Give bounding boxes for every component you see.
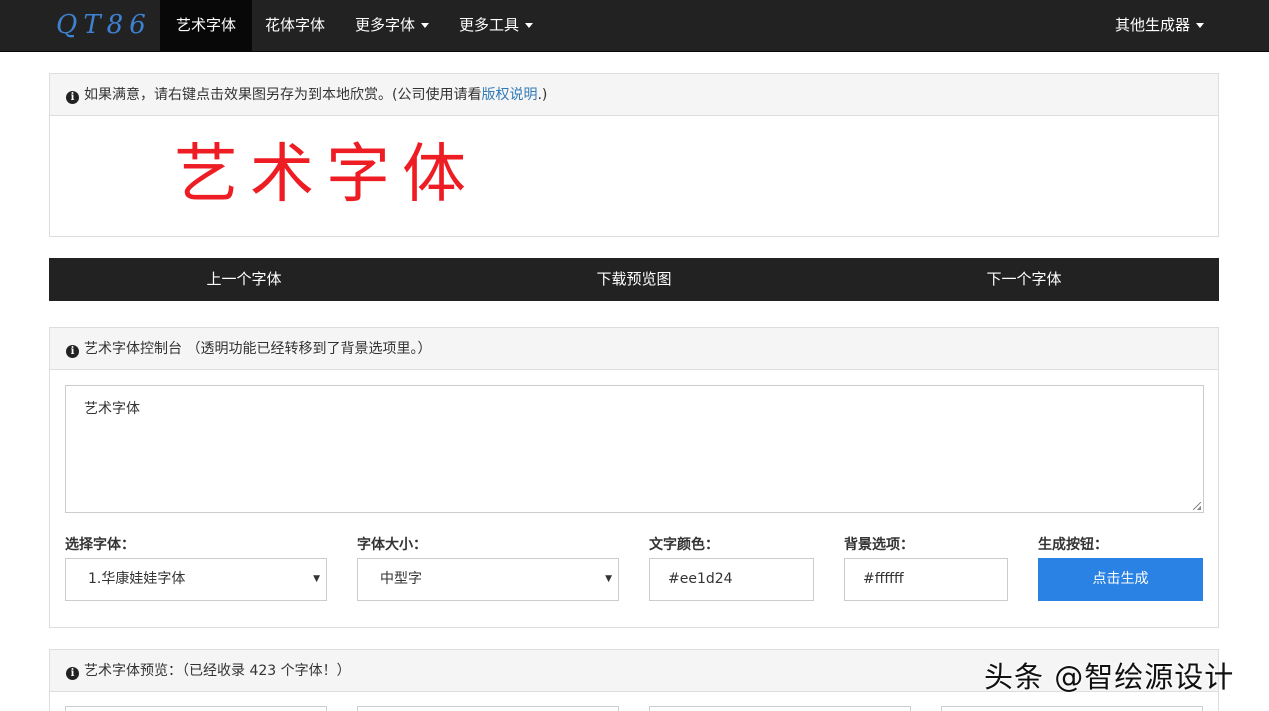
caret-down-icon (421, 23, 429, 28)
top-navbar: QT86 艺术字体 花体字体 更多字体 更多工具 其他生成器 (0, 0, 1269, 52)
info-icon: i (66, 91, 79, 104)
art-text-input-value: 艺术字体 (84, 401, 140, 417)
notice-suffix: .) (537, 87, 547, 103)
control-panel-title: 艺术字体控制台 （透明功能已经转移到了背景选项里。） (84, 341, 431, 357)
font-select-label: 选择字体： (65, 534, 135, 554)
font-list-title: 艺术字体预览：（已经收录 423 个字体！） (84, 663, 351, 679)
nav-item-other-generators[interactable]: 其他生成器 (1099, 0, 1220, 51)
caret-down-icon (1196, 23, 1204, 28)
select-arrow-icon: ▼ (313, 559, 320, 600)
watermark-text: 头条 @智绘源设计 (984, 654, 1234, 696)
font-select-value: 1.华康娃娃字体 (88, 571, 185, 587)
info-icon: i (66, 345, 79, 358)
nav-item-more-fonts[interactable]: 更多字体 (339, 0, 445, 51)
select-arrow-icon: ▼ (605, 559, 612, 600)
font-card[interactable] (357, 706, 619, 711)
font-card[interactable] (65, 706, 327, 711)
caret-down-icon (525, 23, 533, 28)
nav-item-art-font[interactable]: 艺术字体 (160, 0, 252, 51)
preview-panel: i 如果满意，请右键点击效果图另存为到本地欣赏。(公司使用请看版权说明.) 艺术字… (49, 73, 1219, 237)
control-panel: i 艺术字体控制台 （透明功能已经转移到了背景选项里。） 艺术字体 选择字体： 1… (49, 327, 1219, 628)
nav-item-label: 更多字体 (355, 16, 415, 34)
art-text-preview: 艺术字体 (174, 138, 478, 210)
nav-item-label: 其他生成器 (1115, 16, 1190, 34)
nav-item-more-tools[interactable]: 更多工具 (443, 0, 549, 51)
control-panel-heading: i 艺术字体控制台 （透明功能已经转移到了背景选项里。） (50, 328, 1218, 370)
action-bar: 上一个字体 下载预览图 下一个字体 (49, 258, 1219, 301)
nav-item-fancy-font[interactable]: 花体字体 (249, 0, 341, 51)
background-color-value: #ffffff (863, 571, 904, 587)
text-color-value: #ee1d24 (668, 571, 733, 587)
art-text-input[interactable]: 艺术字体 (65, 385, 1204, 513)
nav-item-label: 花体字体 (265, 16, 325, 34)
size-select-value: 中型字 (380, 571, 422, 587)
next-font-button[interactable]: 下一个字体 (829, 258, 1219, 301)
font-select[interactable]: 1.华康娃娃字体 ▼ (65, 558, 327, 601)
nav-item-label: 更多工具 (459, 16, 519, 34)
copyright-link[interactable]: 版权说明 (481, 87, 537, 103)
font-card[interactable] (941, 706, 1203, 711)
text-color-label: 文字颜色： (649, 534, 719, 554)
notice-heading: i 如果满意，请右键点击效果图另存为到本地欣赏。(公司使用请看版权说明.) (50, 74, 1218, 116)
notice-text: 如果满意，请右键点击效果图另存为到本地欣赏。(公司使用请看 (84, 87, 481, 103)
resize-handle-icon[interactable] (1193, 502, 1201, 510)
size-select[interactable]: 中型字 ▼ (357, 558, 619, 601)
generate-label: 生成按钮： (1038, 534, 1108, 554)
text-color-input[interactable]: #ee1d24 (649, 558, 814, 601)
control-panel-body: 艺术字体 选择字体： 1.华康娃娃字体 ▼ 字体大小： 中型字 ▼ 文字颜色： … (50, 370, 1218, 627)
font-card[interactable] (649, 706, 911, 711)
background-color-input[interactable]: #ffffff (844, 558, 1008, 601)
preview-image-area: 艺术字体 (50, 116, 1218, 236)
site-logo[interactable]: QT86 (56, 10, 152, 40)
nav-item-label: 艺术字体 (176, 16, 236, 34)
info-icon: i (66, 667, 79, 680)
prev-font-button[interactable]: 上一个字体 (49, 258, 439, 301)
generate-button[interactable]: 点击生成 (1038, 558, 1203, 601)
art-text-preview-image[interactable]: 艺术字体 (170, 130, 530, 210)
background-option-label: 背景选项： (844, 534, 914, 554)
size-select-label: 字体大小： (357, 534, 427, 554)
download-preview-button[interactable]: 下载预览图 (439, 258, 829, 301)
page: QT86 艺术字体 花体字体 更多字体 更多工具 其他生成器 i 如果满意，请右键… (0, 0, 1269, 711)
